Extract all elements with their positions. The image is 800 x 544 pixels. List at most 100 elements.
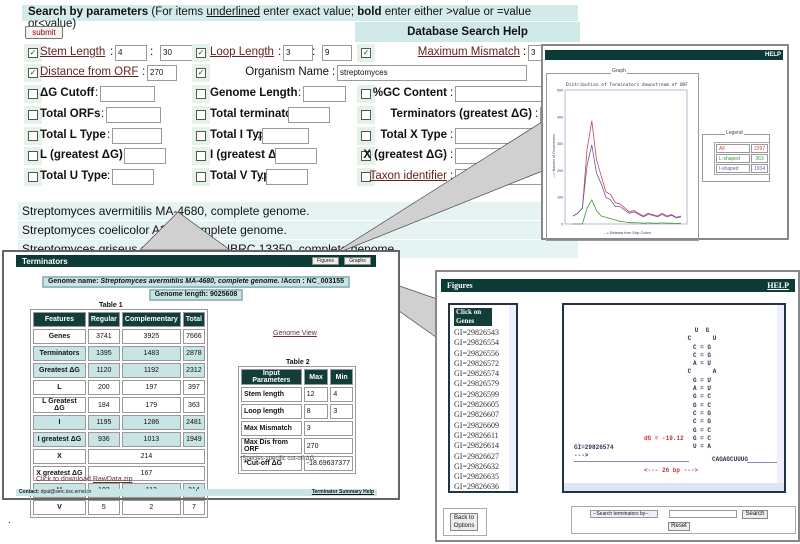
search-button[interactable]: Search xyxy=(742,510,768,519)
gene-items: GI=29826543 GI=29826554 GI=29826556 GI=2982… xyxy=(450,328,516,491)
cell-value: 1013 xyxy=(121,432,181,447)
table-row: Terminators 1395 1483 2878 xyxy=(33,346,205,361)
cell-value: 1195 xyxy=(87,415,120,430)
base-pair: C = G xyxy=(692,418,711,426)
figures-button[interactable]: Figures xyxy=(312,257,339,265)
base-pair: U G xyxy=(694,327,710,334)
genome-name: Genome name: Streptomyces avermitilis MA… xyxy=(42,276,350,288)
callout xyxy=(324,119,546,259)
series-line-all xyxy=(572,120,682,218)
list-scrollbar[interactable] xyxy=(509,305,516,491)
cell-value: 7 xyxy=(182,500,205,515)
table-1: Features Regular Complementary Total Genes 37… xyxy=(30,309,208,518)
plot-frame xyxy=(564,89,688,225)
gi-label: GI=29826574 xyxy=(574,444,614,451)
gene-item[interactable]: GI=29826607 xyxy=(450,410,516,420)
base-pair: C U xyxy=(687,335,717,343)
cell-value: 2 xyxy=(121,500,181,515)
gene-item[interactable]: GI=29826572 xyxy=(450,359,516,369)
gene-item[interactable]: GI=29826627 xyxy=(450,452,516,462)
cell-value: 1120 xyxy=(87,363,120,378)
gene-item[interactable]: GI=29826614 xyxy=(450,441,516,451)
gene-item[interactable]: GI=29826554 xyxy=(450,338,516,348)
line xyxy=(747,462,781,463)
gene-item[interactable]: GI=29826636 xyxy=(450,482,516,491)
search-by-select[interactable]: --Search terminators by-- xyxy=(590,510,658,518)
gene-item[interactable]: GI=29826611 xyxy=(450,431,516,441)
gene-item[interactable]: GI=29826609 xyxy=(450,421,516,431)
cell-value: 184 xyxy=(87,397,120,413)
table-row: V527 xyxy=(33,500,205,515)
gene-item[interactable]: GI=29826632 xyxy=(450,462,516,472)
horizontal-scrollbar[interactable] xyxy=(564,483,784,491)
y-tick-label: 0 xyxy=(561,223,563,227)
gene-item[interactable]: GI=29826543 xyxy=(450,328,516,338)
search-input[interactable] xyxy=(669,510,737,518)
value: Streptomyces avermitilis MA-4680, comple… xyxy=(100,278,280,285)
base-pair: C A xyxy=(687,368,717,376)
table-header-row: Features Regular Complementary Total xyxy=(33,312,205,327)
column-header: Features xyxy=(33,312,86,327)
cell-value: 2481 xyxy=(182,415,205,430)
download-text: Click to download RawData.zip xyxy=(36,476,133,483)
gene-item[interactable]: GI=29826556 xyxy=(450,349,516,359)
legend-row: I-shaped 1934 xyxy=(716,164,769,173)
graph-group-label: Graph xyxy=(611,68,627,74)
window-title: Figures xyxy=(447,281,473,290)
genome-length: Genome length: 9025608 xyxy=(149,289,243,301)
callout xyxy=(139,211,232,251)
cell-value: 12 xyxy=(303,387,329,402)
reset-button[interactable]: Reset xyxy=(668,522,690,531)
list-header: Click on Genes xyxy=(454,308,492,326)
table-row: Stem length 12 4 xyxy=(241,387,353,402)
search-box: --Search terminators by-- Search Reset xyxy=(571,506,796,534)
bp-label: <--- 26 bp ---> xyxy=(644,467,699,474)
gene-item[interactable]: GI=29826635 xyxy=(450,472,516,482)
dg-value: dG = -19.12 xyxy=(644,435,684,442)
help-link[interactable]: HELP xyxy=(767,281,789,290)
contact-email[interactable]: dpal@serc.iisc.ernet.in xyxy=(41,489,92,495)
cell-value: 4 xyxy=(330,387,353,402)
column-header: Regular xyxy=(87,312,120,327)
legend-value: 363 xyxy=(751,154,769,163)
feature-name: Terminators xyxy=(33,346,86,361)
base-pair: C = G xyxy=(692,351,711,359)
genome-view-link[interactable]: Genome View xyxy=(273,330,317,337)
summary-help-link[interactable]: Terminator Summary Help xyxy=(197,489,377,496)
parameter-name: Max Mismatch xyxy=(241,421,302,436)
y-tick-label: 400 xyxy=(557,115,563,119)
gene-item[interactable]: GI=29826579 xyxy=(450,379,516,389)
rawdata-link[interactable]: RawData.zip xyxy=(93,476,133,483)
base-pair: C = G xyxy=(692,343,711,351)
label: Genome name: xyxy=(47,278,101,285)
graphs-button[interactable]: Graphs xyxy=(344,257,371,265)
help-link[interactable]: HELP xyxy=(765,52,781,58)
y-tick-label: 500 xyxy=(557,89,563,93)
legend-name: All xyxy=(716,144,750,153)
feature-name: I xyxy=(33,415,86,430)
cell-value: 8 xyxy=(303,404,329,419)
gene-list[interactable]: Click on Genes GI=29826543 GI=29826554 GI=… xyxy=(448,303,518,493)
hairpin-structure: U GC UC = GC = GA = UC AG = UA = UG = CG… xyxy=(682,327,722,451)
column-header: Total xyxy=(182,312,205,327)
base-pair: A = U xyxy=(692,360,711,368)
y-axis-label: ---> Number of Occurrences xyxy=(552,134,556,178)
cell-value: 1286 xyxy=(121,415,181,430)
terminators-window: Terminators Figures Graphs Genome name: … xyxy=(2,250,400,518)
vertical-scrollbar[interactable] xyxy=(777,305,784,483)
label: Click to download xyxy=(36,476,93,483)
feature-name: I greatest ΔG xyxy=(33,432,86,447)
legend-value: 1934 xyxy=(751,164,769,173)
figures-titlebar: Figures HELP xyxy=(441,279,795,292)
figures-window: Figures HELP Click on Genes GI=29826543 GI… xyxy=(435,270,800,542)
cell-value: 363 xyxy=(182,397,205,413)
y-tick-label: 300 xyxy=(557,142,563,146)
back-to-options-button[interactable]: Back to Options xyxy=(450,513,478,531)
gene-item[interactable]: GI=29826574 xyxy=(450,369,516,379)
series-line-i-shaped xyxy=(572,144,682,219)
selected-value: --Search terminators by-- xyxy=(593,511,649,517)
table-header-row: Input Parameters Max Min xyxy=(241,369,353,385)
gene-item[interactable]: GI=29826605 xyxy=(450,400,516,410)
y-tick-label: 100 xyxy=(557,196,563,200)
gene-item[interactable]: GI=29826599 xyxy=(450,390,516,400)
